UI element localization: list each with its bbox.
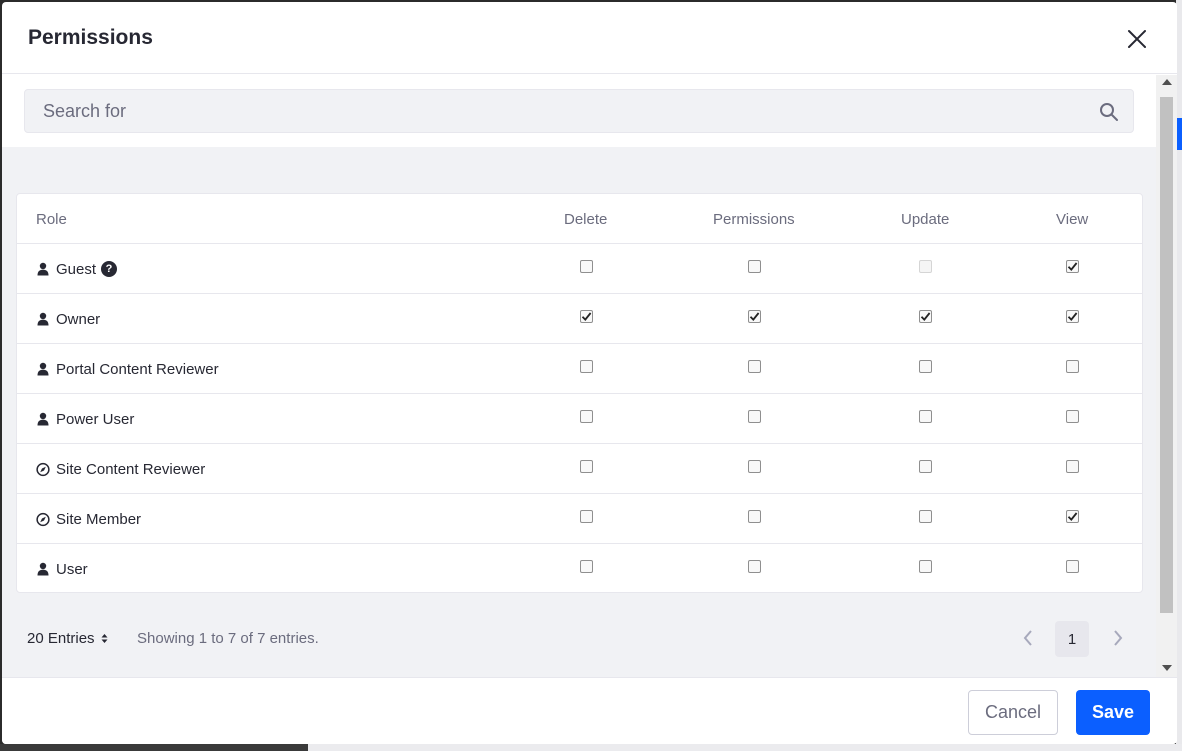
- header-role: Role: [36, 211, 67, 228]
- close-icon: [1128, 30, 1146, 48]
- permissions-checkbox[interactable]: [748, 460, 761, 473]
- search-box: [24, 89, 1134, 133]
- header-view: View: [1056, 211, 1089, 228]
- update-checkbox: [919, 260, 932, 273]
- save-button[interactable]: Save: [1076, 690, 1150, 735]
- role-name: Portal Content Reviewer: [56, 360, 219, 378]
- view-checkbox[interactable]: [1066, 460, 1079, 473]
- role-cell: Guest?: [36, 244, 118, 294]
- role-name: Site Content Reviewer: [56, 460, 206, 478]
- entries-dropdown[interactable]: 20 Entries: [27, 630, 108, 647]
- permissions-table: Role Delete Permissions Update View Gues…: [16, 193, 1143, 593]
- delete-checkbox[interactable]: [580, 410, 593, 423]
- scrollbar-thumb[interactable]: [1160, 97, 1173, 613]
- view-checkbox[interactable]: [1066, 310, 1079, 323]
- view-checkbox[interactable]: [1066, 410, 1079, 423]
- chevron-left-icon: [1023, 630, 1032, 646]
- delete-checkbox[interactable]: [580, 310, 593, 323]
- sort-caret-icon: [101, 634, 108, 643]
- update-checkbox[interactable]: [919, 460, 932, 473]
- permissions-modal: Permissions Role Delete Permissions Upda…: [2, 2, 1177, 744]
- role-cell: Site Member: [36, 494, 141, 544]
- role-cell: Site Content Reviewer: [36, 444, 205, 494]
- user-icon: [36, 412, 50, 426]
- next-page-button[interactable]: [1104, 621, 1132, 655]
- table-row: Guest?: [17, 244, 1142, 294]
- help-icon[interactable]: ?: [101, 261, 118, 277]
- user-icon: [36, 562, 50, 576]
- chevron-right-icon: [1114, 630, 1123, 646]
- scrollbar[interactable]: [1156, 75, 1177, 677]
- role-name: Guest: [56, 260, 97, 278]
- permissions-checkbox[interactable]: [748, 410, 761, 423]
- user-icon: [36, 312, 50, 326]
- table-row: Owner: [17, 294, 1142, 344]
- close-button[interactable]: [1122, 24, 1152, 54]
- search-input[interactable]: [25, 90, 1085, 132]
- search-bar: [2, 75, 1156, 147]
- previous-page-button[interactable]: [1014, 621, 1042, 655]
- table-row: Portal Content Reviewer: [17, 344, 1142, 394]
- delete-checkbox[interactable]: [580, 510, 593, 523]
- update-checkbox[interactable]: [919, 560, 932, 573]
- modal-title: Permissions: [28, 26, 153, 49]
- scroll-down-arrow[interactable]: [1162, 665, 1172, 671]
- header-permissions: Permissions: [713, 211, 795, 228]
- modal-footer: Cancel Save: [2, 677, 1177, 744]
- header-delete: Delete: [564, 211, 608, 228]
- permissions-checkbox[interactable]: [748, 260, 761, 273]
- permissions-checkbox[interactable]: [748, 310, 761, 323]
- compass-icon: [36, 462, 50, 477]
- table-row: User: [17, 544, 1142, 592]
- permissions-checkbox[interactable]: [748, 510, 761, 523]
- view-checkbox[interactable]: [1066, 260, 1079, 273]
- permissions-checkbox[interactable]: [748, 360, 761, 373]
- table-row: Power User: [17, 394, 1142, 444]
- permissions-checkbox[interactable]: [748, 560, 761, 573]
- delete-checkbox[interactable]: [580, 560, 593, 573]
- entries-summary: Showing 1 to 7 of 7 entries.: [137, 630, 319, 647]
- entries-label: 20 Entries: [27, 630, 95, 647]
- role-cell: Owner: [36, 294, 100, 344]
- page-1-button[interactable]: 1: [1055, 621, 1089, 657]
- update-checkbox[interactable]: [919, 310, 932, 323]
- pagination-bar: 20 Entries Showing 1 to 7 of 7 entries. …: [2, 613, 1156, 663]
- role-name: User: [56, 560, 88, 578]
- user-icon: [36, 262, 50, 276]
- role-name: Power User: [56, 410, 135, 428]
- role-cell: User: [36, 544, 88, 592]
- table-row: Site Member: [17, 494, 1142, 544]
- delete-checkbox[interactable]: [580, 360, 593, 373]
- backdrop-bottom-light: [308, 744, 1182, 751]
- compass-icon: [36, 512, 50, 527]
- cancel-button[interactable]: Cancel: [968, 690, 1058, 735]
- modal-body: Role Delete Permissions Update View Gues…: [2, 75, 1156, 677]
- table-row: Site Content Reviewer: [17, 444, 1142, 494]
- update-checkbox[interactable]: [919, 410, 932, 423]
- header-update: Update: [901, 211, 950, 228]
- user-icon: [36, 362, 50, 376]
- delete-checkbox[interactable]: [580, 260, 593, 273]
- update-checkbox[interactable]: [919, 360, 932, 373]
- role-cell: Portal Content Reviewer: [36, 344, 219, 394]
- delete-checkbox[interactable]: [580, 460, 593, 473]
- update-checkbox[interactable]: [919, 510, 932, 523]
- search-icon[interactable]: [1099, 102, 1119, 122]
- view-checkbox[interactable]: [1066, 510, 1079, 523]
- table-header-row: Role Delete Permissions Update View: [17, 194, 1142, 244]
- view-checkbox[interactable]: [1066, 560, 1079, 573]
- scroll-up-arrow[interactable]: [1162, 79, 1172, 85]
- role-name: Owner: [56, 310, 101, 328]
- role-name: Site Member: [56, 510, 142, 528]
- role-cell: Power User: [36, 394, 134, 444]
- view-checkbox[interactable]: [1066, 360, 1079, 373]
- modal-header: Permissions: [2, 2, 1177, 74]
